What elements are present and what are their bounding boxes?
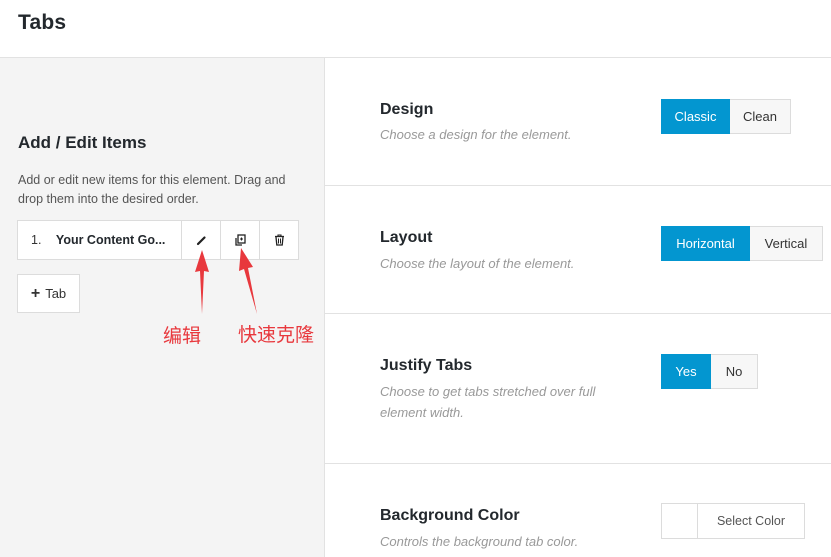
option-label: Layout <box>380 229 433 246</box>
layout-button-group: Horizontal Vertical <box>661 226 823 261</box>
clean-button[interactable]: Clean <box>730 99 791 134</box>
items-panel: Add / Edit Items Add or edit new items f… <box>0 58 325 557</box>
plus-icon: + <box>30 284 41 302</box>
option-label: Design <box>380 101 434 118</box>
item-number: 1. <box>31 233 42 247</box>
option-layout: Layout Choose the layout of the element.… <box>325 186 831 314</box>
pencil-icon <box>196 235 206 245</box>
option-design: Design Choose a design for the element. … <box>325 58 831 186</box>
horizontal-button[interactable]: Horizontal <box>661 226 750 261</box>
select-color-button[interactable]: Select Color <box>698 504 804 538</box>
design-button-group: Classic Clean <box>661 99 791 134</box>
page-title: Tabs <box>18 11 67 34</box>
yes-button[interactable]: Yes <box>661 354 711 389</box>
header: Tabs <box>0 0 831 58</box>
items-section-title: Add / Edit Items <box>18 133 147 152</box>
item-name[interactable]: Your Content Go... <box>56 233 182 247</box>
option-description: Choose a design for the element. <box>380 127 572 142</box>
arrow-icon <box>195 250 209 314</box>
color-picker[interactable]: Select Color <box>661 503 805 539</box>
no-button[interactable]: No <box>711 354 758 389</box>
option-justify: Justify Tabs Choose to get tabs stretche… <box>325 314 831 464</box>
option-label: Justify Tabs <box>380 357 473 374</box>
option-description: Controls the background tab color. <box>380 534 579 549</box>
option-label: Background Color <box>380 507 520 524</box>
annotation-clone: 快速克隆 <box>238 324 315 346</box>
arrow-icon <box>239 248 257 314</box>
annotation-edit: 编辑 <box>163 325 202 347</box>
color-swatch[interactable] <box>662 504 698 538</box>
options-panel: Design Choose a design for the element. … <box>325 58 831 557</box>
add-tab-button[interactable]: + Tab <box>17 274 80 313</box>
trash-icon <box>274 234 284 246</box>
add-tab-label: Tab <box>45 286 67 301</box>
classic-button[interactable]: Classic <box>661 99 730 134</box>
option-description: Choose the layout of the element. <box>380 256 575 271</box>
items-section-description: Add or edit new items for this element. … <box>18 173 286 206</box>
clone-icon <box>235 234 246 246</box>
delete-button[interactable] <box>259 221 298 259</box>
vertical-button[interactable]: Vertical <box>750 226 823 261</box>
justify-button-group: Yes No <box>661 354 758 389</box>
option-description: Choose to get tabs stretched over full e… <box>380 384 596 420</box>
